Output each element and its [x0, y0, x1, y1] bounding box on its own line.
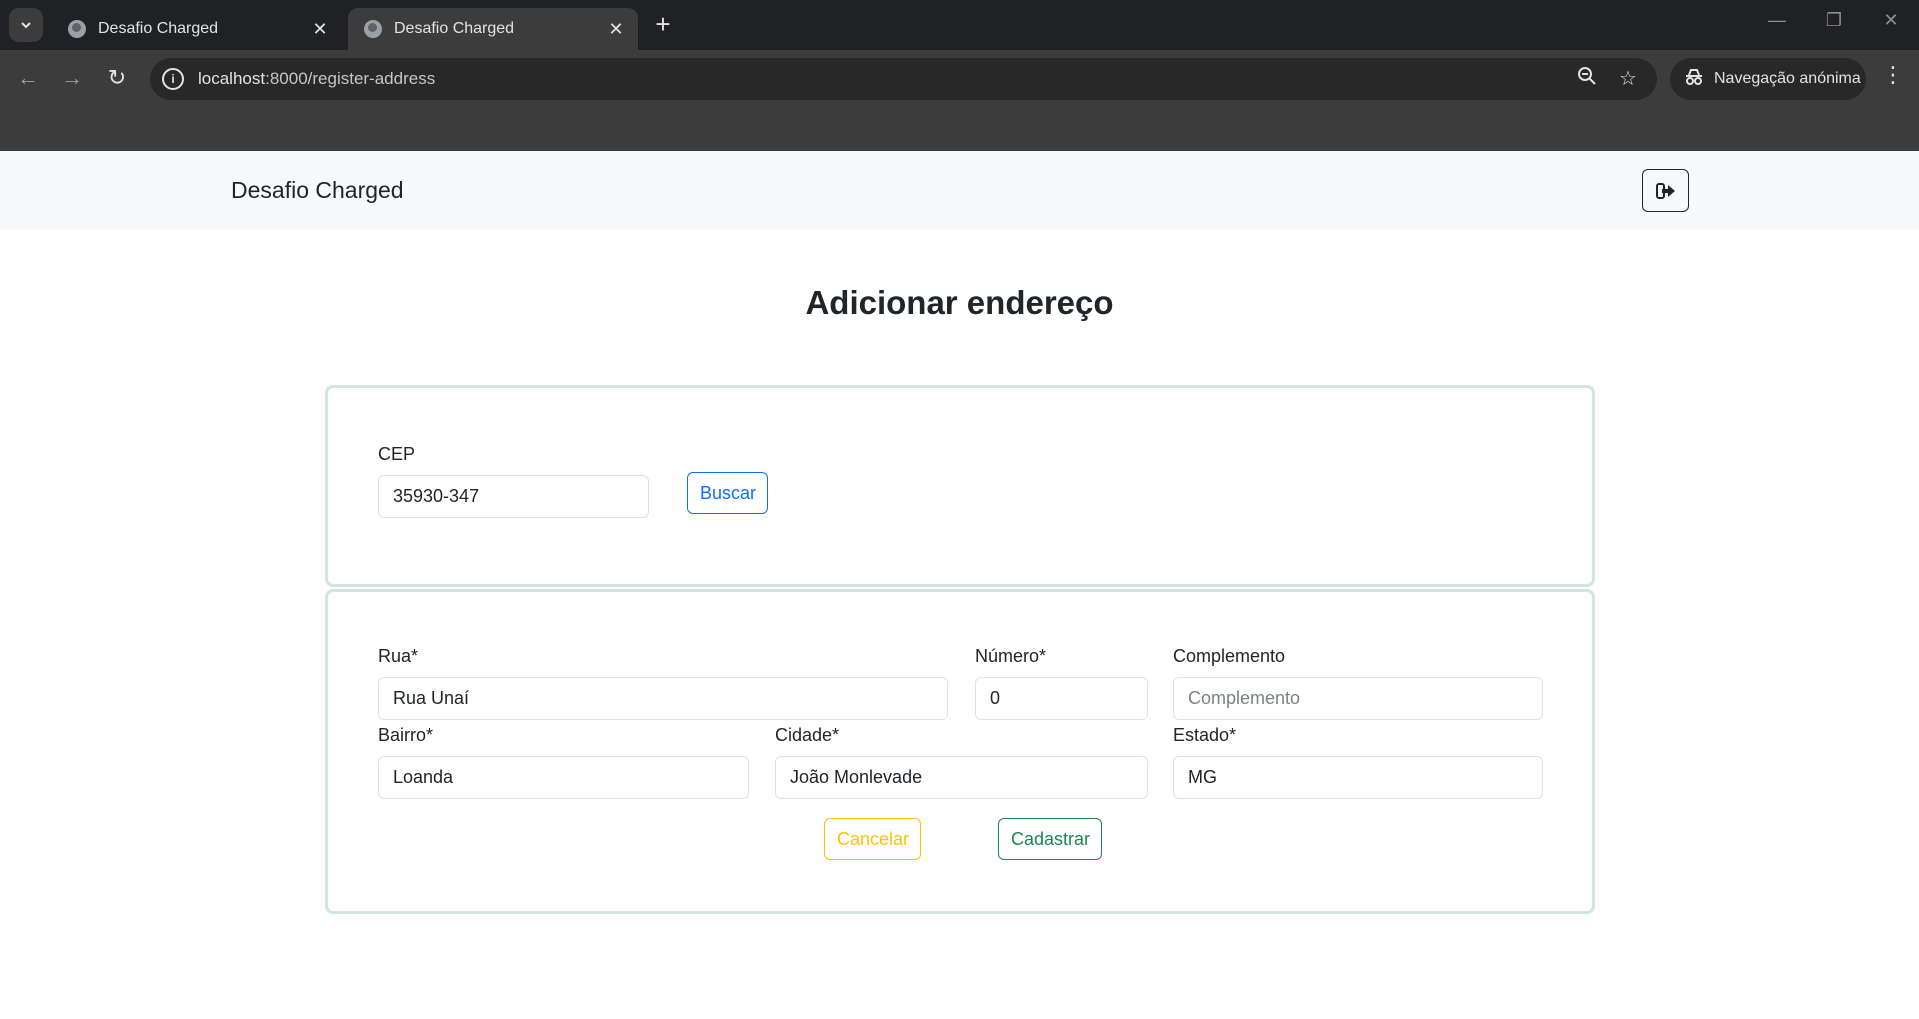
zoom-icon[interactable] — [1574, 66, 1600, 92]
browser-tab[interactable]: Desafio Charged ✕ — [52, 8, 342, 50]
new-tab-button[interactable]: + — [650, 10, 676, 40]
globe-icon — [68, 20, 86, 38]
cep-input[interactable]: 35930-347 — [378, 475, 649, 518]
browser-toolbar: ← → ↻ i localhost:8000/register-address … — [0, 50, 1919, 151]
url-path: :8000/register-address — [265, 69, 436, 88]
close-icon[interactable]: ✕ — [310, 19, 330, 40]
submit-button[interactable]: Cadastrar — [998, 818, 1102, 860]
tab-title: Desafio Charged — [98, 20, 219, 37]
close-icon[interactable]: ✕ — [606, 19, 626, 40]
page-title: Adicionar endereço — [805, 284, 1114, 321]
more-menu-icon[interactable]: ⋮ — [1880, 62, 1906, 88]
forward-arrow-icon[interactable]: → — [56, 62, 88, 94]
url-host: localhost — [198, 69, 266, 88]
navbar-brand[interactable]: Desafio Charged — [231, 177, 404, 204]
logout-button[interactable] — [1642, 169, 1689, 212]
url-text[interactable]: localhost:8000/register-address — [198, 69, 435, 89]
incognito-label: Navegação anónima — [1714, 70, 1861, 87]
tab-title: Desafio Charged — [394, 20, 515, 37]
minimize-icon[interactable]: — — [1762, 10, 1792, 31]
site-info-icon[interactable]: i — [162, 68, 184, 90]
cep-label: CEP — [378, 444, 416, 464]
app-navbar: Desafio Charged — [0, 151, 1919, 230]
rua-label: Rua* — [378, 646, 419, 666]
incognito-profile-button[interactable]: Navegação anónima — [1670, 58, 1866, 100]
complemento-input[interactable]: Complemento — [1173, 677, 1543, 720]
logout-icon — [1655, 182, 1675, 199]
bairro-label: Bairro* — [378, 725, 434, 745]
chevron-down-icon — [21, 22, 31, 29]
address-card: Rua* Rua Unaí Número* 0 Complemento Comp… — [325, 589, 1595, 914]
numero-label: Número* — [975, 646, 1047, 666]
cidade-input[interactable]: João Monlevade — [775, 756, 1148, 799]
address-bar[interactable]: i localhost:8000/register-address ☆ — [150, 58, 1657, 100]
globe-icon — [364, 20, 382, 38]
incognito-icon — [1684, 68, 1706, 90]
cep-card: CEP 35930-347 Buscar — [325, 385, 1595, 587]
reload-icon[interactable]: ↻ — [101, 62, 133, 94]
search-cep-button[interactable]: Buscar — [687, 472, 768, 514]
restore-icon[interactable]: ❐ — [1819, 10, 1849, 31]
complemento-label: Complemento — [1173, 646, 1286, 666]
numero-input[interactable]: 0 — [975, 677, 1148, 720]
tab-search-button[interactable] — [9, 8, 43, 42]
cancel-button[interactable]: Cancelar — [824, 818, 921, 860]
browser-tab-active[interactable]: Desafio Charged ✕ — [348, 8, 638, 50]
browser-tabstrip: Desafio Charged ✕ Desafio Charged ✕ + — … — [0, 0, 1919, 50]
bairro-input[interactable]: Loanda — [378, 756, 749, 799]
window-close-icon[interactable]: ✕ — [1876, 10, 1906, 31]
back-arrow-icon[interactable]: ← — [12, 62, 44, 94]
rua-input[interactable]: Rua Unaí — [378, 677, 948, 720]
estado-label: Estado* — [1173, 725, 1237, 745]
bookmark-star-icon[interactable]: ☆ — [1615, 66, 1641, 92]
estado-input[interactable]: MG — [1173, 756, 1543, 799]
cidade-label: Cidade* — [775, 725, 840, 745]
